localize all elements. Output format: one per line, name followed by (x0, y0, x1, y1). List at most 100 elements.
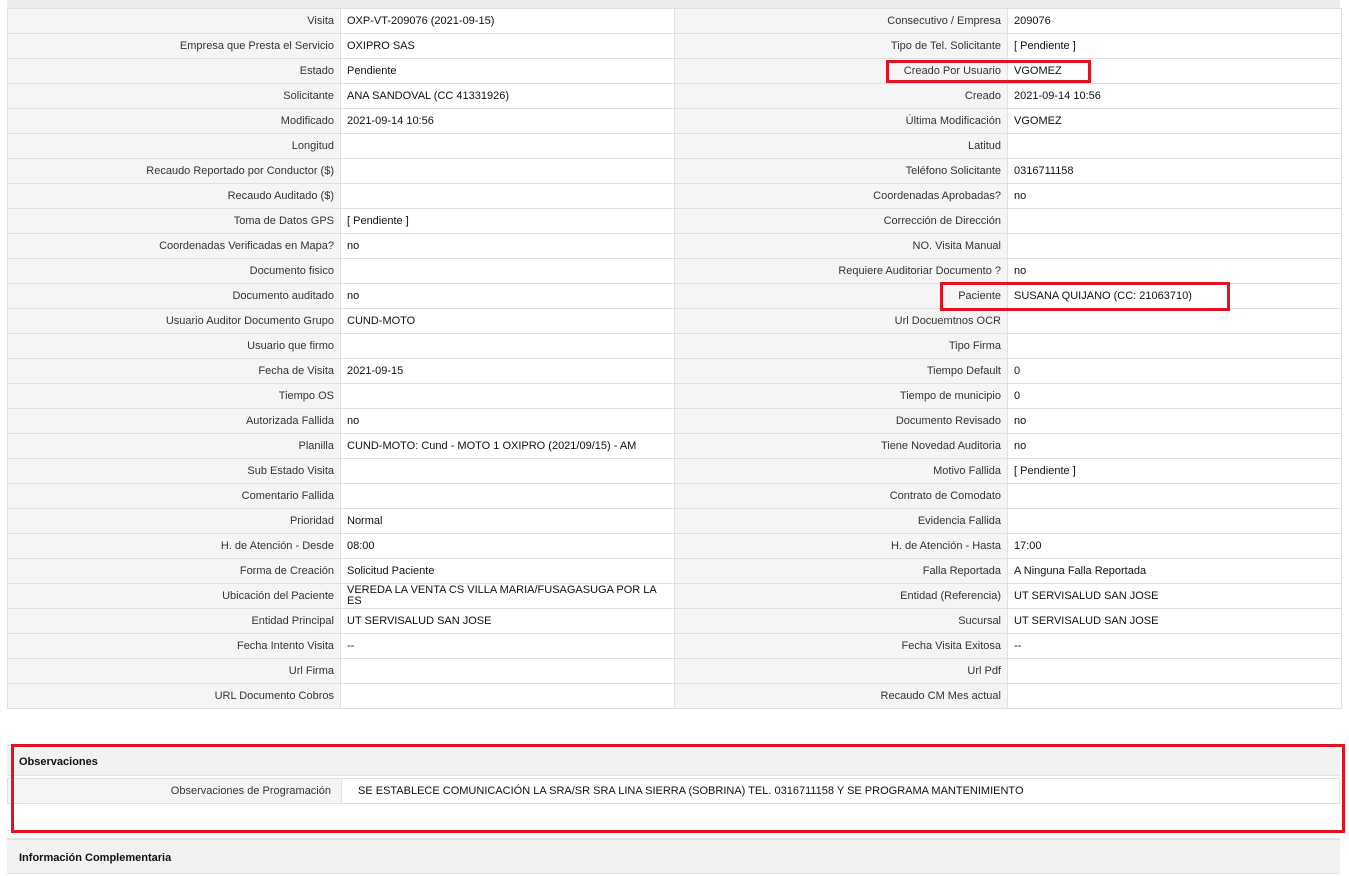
motivo-fallida-value: [ Pendiente ] (1007, 458, 1342, 484)
table-row: URL Documento Cobros Recaudo CM Mes actu… (7, 683, 1342, 709)
estado-label: Estado (7, 58, 341, 84)
sub-estado-value (340, 458, 675, 484)
table-row: Prioridad Normal Evidencia Fallida (7, 508, 1342, 534)
contrato-comodato-value (1007, 483, 1342, 509)
url-cobros-value[interactable] (340, 683, 675, 709)
table-row: Usuario que firmo Tipo Firma (7, 333, 1342, 359)
empresa-value: OXIPRO SAS (340, 33, 675, 59)
req-auditoriar-value: no (1007, 258, 1342, 284)
visita-manual-label: NO. Visita Manual (674, 233, 1008, 259)
visita-label: Visita (7, 8, 341, 34)
atencion-desde-label: H. de Atención - Desde (7, 533, 341, 559)
table-row: Toma de Datos GPS [ Pendiente ] Correcci… (7, 208, 1342, 234)
doc-fisico-value (340, 258, 675, 284)
creado-por-value: VGOMEZ (1007, 58, 1342, 84)
falla-reportada-label: Falla Reportada (674, 558, 1008, 584)
telefono-label: Teléfono Solicitante (674, 158, 1008, 184)
observaciones-blank-row (7, 804, 1340, 831)
table-row: Ubicación del Paciente VEREDA LA VENTA C… (7, 583, 1342, 609)
latitud-value (1007, 133, 1342, 159)
table-row: Documento fisico Requiere Auditoriar Doc… (7, 258, 1342, 284)
tiempo-default-label: Tiempo Default (674, 358, 1008, 384)
table-row: Url Firma Url Pdf (7, 658, 1342, 684)
solicitante-label: Solicitante (7, 83, 341, 109)
observaciones-label: Observaciones de Programación (8, 779, 341, 803)
tipo-firma-label: Tipo Firma (674, 333, 1008, 359)
motivo-fallida-label: Motivo Fallida (674, 458, 1008, 484)
visita-manual-value (1007, 233, 1342, 259)
tipo-firma-value (1007, 333, 1342, 359)
url-pdf-value[interactable] (1007, 658, 1342, 684)
correccion-dir-value (1007, 208, 1342, 234)
coord-verificadas-label: Coordenadas Verificadas en Mapa? (7, 233, 341, 259)
complementaria-title: Información Complementaria (7, 838, 1340, 874)
sucursal-label: Sucursal (674, 608, 1008, 634)
observaciones-title: Observaciones (7, 744, 1340, 776)
autorizada-fallida-label: Autorizada Fallida (7, 408, 341, 434)
recaudo-auditado-value (340, 183, 675, 209)
url-pdf-label: Url Pdf (674, 658, 1008, 684)
recaudo-cm-label: Recaudo CM Mes actual (674, 683, 1008, 709)
comentario-fallida-label: Comentario Fallida (7, 483, 341, 509)
table-row: Fecha Intento Visita -- Fecha Visita Exi… (7, 633, 1342, 659)
prioridad-value: Normal (340, 508, 675, 534)
table-row: Documento auditado no Paciente SUSANA QU… (7, 283, 1342, 309)
table-row: Longitud Latitud (7, 133, 1342, 159)
table-row: Fecha de Visita 2021-09-15 Tiempo Defaul… (7, 358, 1342, 384)
usuario-auditor-value: CUND-MOTO (340, 308, 675, 334)
autorizada-fallida-value: no (340, 408, 675, 434)
solicitante-value: ANA SANDOVAL (CC 41331926) (340, 83, 675, 109)
fecha-exitosa-label: Fecha Visita Exitosa (674, 633, 1008, 659)
atencion-hasta-label: H. de Atención - Hasta (674, 533, 1008, 559)
observaciones-row: Observaciones de Programación SE ESTABLE… (7, 778, 1340, 804)
consecutivo-label: Consecutivo / Empresa (674, 8, 1008, 34)
fecha-intento-label: Fecha Intento Visita (7, 633, 341, 659)
table-row: Sub Estado Visita Motivo Fallida [ Pendi… (7, 458, 1342, 484)
coord-aprobadas-label: Coordenadas Aprobadas? (674, 183, 1008, 209)
tiempo-os-value (340, 383, 675, 409)
tiempo-municipio-value: 0 (1007, 383, 1342, 409)
table-row: Modificado 2021-09-14 10:56 Última Modif… (7, 108, 1342, 134)
atencion-hasta-value: 17:00 (1007, 533, 1342, 559)
evidencia-fallida-label: Evidencia Fallida (674, 508, 1008, 534)
table-row: Recaudo Reportado por Conductor ($) Telé… (7, 158, 1342, 184)
coord-verificadas-value: no (340, 233, 675, 259)
creado-value: 2021-09-14 10:56 (1007, 83, 1342, 109)
fecha-visita-label: Fecha de Visita (7, 358, 341, 384)
tiempo-os-label: Tiempo OS (7, 383, 341, 409)
coord-aprobadas-value: no (1007, 183, 1342, 209)
req-auditoriar-label: Requiere Auditoriar Documento ? (674, 258, 1008, 284)
fecha-intento-value: -- (340, 633, 675, 659)
novedad-auditoria-label: Tiene Novedad Auditoria (674, 433, 1008, 459)
evidencia-fallida-value (1007, 508, 1342, 534)
table-row: Solicitante ANA SANDOVAL (CC 41331926) C… (7, 83, 1342, 109)
modificado-value: 2021-09-14 10:56 (340, 108, 675, 134)
contrato-comodato-label: Contrato de Comodato (674, 483, 1008, 509)
table-row: Visita OXP-VT-209076 (2021-09-15) Consec… (7, 8, 1342, 34)
entidad-ref-label: Entidad (Referencia) (674, 583, 1008, 609)
tiempo-municipio-label: Tiempo de municipio (674, 383, 1008, 409)
url-firma-value[interactable] (340, 658, 675, 684)
table-row: Coordenadas Verificadas en Mapa? no NO. … (7, 233, 1342, 259)
fecha-visita-value: 2021-09-15 (340, 358, 675, 384)
doc-fisico-label: Documento fisico (7, 258, 341, 284)
modificado-label: Modificado (7, 108, 341, 134)
table-row: Usuario Auditor Documento Grupo CUND-MOT… (7, 308, 1342, 334)
fecha-exitosa-value: -- (1007, 633, 1342, 659)
paciente-value: SUSANA QUIJANO (CC: 21063710) (1007, 283, 1342, 309)
entidad-principal-value: UT SERVISALUD SAN JOSE (340, 608, 675, 634)
doc-revisado-label: Documento Revisado (674, 408, 1008, 434)
longitud-label: Longitud (7, 133, 341, 159)
tipo-tel-label: Tipo de Tel. Solicitante (674, 33, 1008, 59)
consecutivo-value: 209076 (1007, 8, 1342, 34)
visita-value: OXP-VT-209076 (2021-09-15) (340, 8, 675, 34)
recaudo-conductor-value (340, 158, 675, 184)
table-row: Planilla CUND-MOTO: Cund - MOTO 1 OXIPRO… (7, 433, 1342, 459)
entidad-ref-value: UT SERVISALUD SAN JOSE (1007, 583, 1342, 609)
tipo-tel-value: [ Pendiente ] (1007, 33, 1342, 59)
table-row: Entidad Principal UT SERVISALUD SAN JOSE… (7, 608, 1342, 634)
ubicacion-label: Ubicación del Paciente (7, 583, 341, 609)
table-row: H. de Atención - Desde 08:00 H. de Atenc… (7, 533, 1342, 559)
url-firma-label: Url Firma (7, 658, 341, 684)
table-row: Autorizada Fallida no Documento Revisado… (7, 408, 1342, 434)
